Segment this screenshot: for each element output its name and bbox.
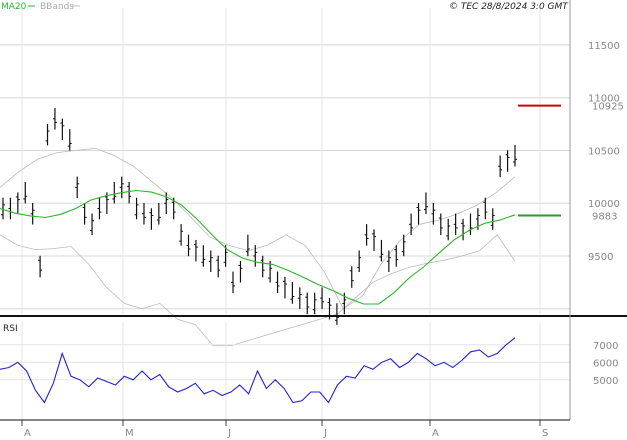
price-marker-label: 9883 <box>592 212 617 223</box>
price-tick-label: 10000 <box>588 199 620 210</box>
x-tick-label: S <box>542 428 548 439</box>
stock-chart: 109259883 950010000105001100011500 50006… <box>0 0 627 439</box>
price-tick-label: 9500 <box>588 252 613 263</box>
rsi-tick-label: 5000 <box>593 376 618 387</box>
x-tick-label: M <box>125 428 134 439</box>
ma20-line <box>0 189 516 305</box>
bband-lower-line <box>0 234 516 347</box>
rsi-title: RSI <box>3 324 18 334</box>
price-tick-label: 11000 <box>588 94 620 105</box>
rsi-grid <box>0 322 570 420</box>
price-tick-label: 11500 <box>588 41 620 52</box>
legend-bbands: BBands <box>40 2 74 12</box>
chart-credit: © TEC 28/8/2024 3:0 GMT <box>449 2 569 12</box>
x-tick-label: J <box>227 428 231 439</box>
x-tick-label: A <box>432 428 439 439</box>
legend-ma20: MA20 <box>1 2 27 12</box>
rsi-y-axis: 5000 6000 7000 <box>593 341 618 387</box>
bband-upper-line <box>0 147 516 310</box>
rsi-tick-label: 7000 <box>593 341 618 352</box>
chart-frame <box>0 0 627 421</box>
rsi-line <box>0 337 516 404</box>
price-tick-label: 10500 <box>588 146 620 157</box>
rsi-polyline <box>0 337 516 404</box>
x-axis: AMJJAS <box>21 420 548 439</box>
x-tick-label: J <box>323 428 327 439</box>
ma20-polyline <box>0 189 516 305</box>
price-y-axis: 9500 10000 10500 11000 11500 <box>588 41 620 263</box>
x-tick-label: A <box>24 428 31 439</box>
rsi-tick-label: 6000 <box>593 358 618 369</box>
price-grid <box>0 8 570 314</box>
ohlc-bars <box>1 108 517 325</box>
